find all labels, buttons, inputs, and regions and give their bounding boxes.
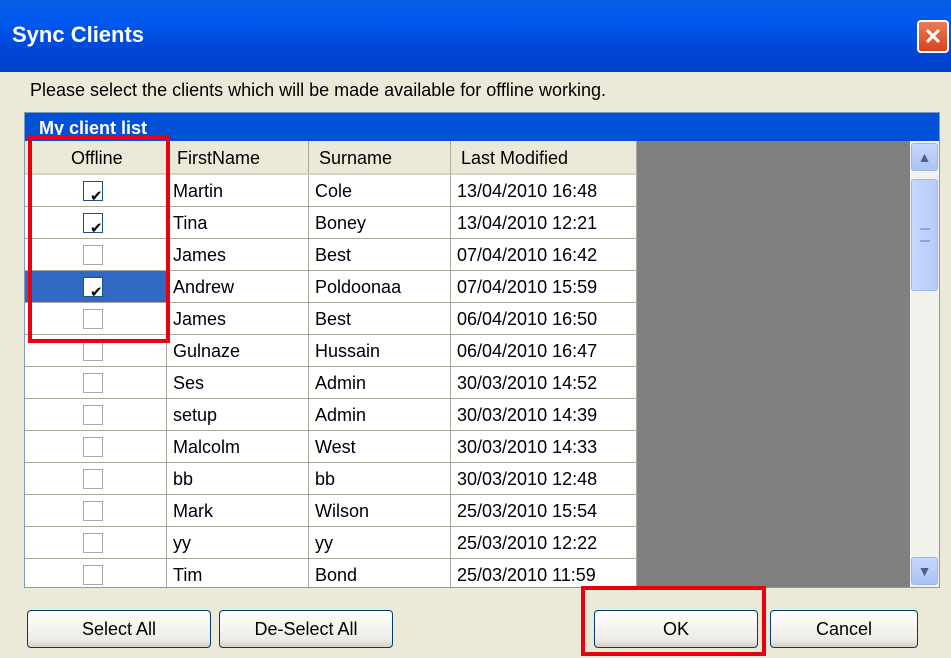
- title-bar: Sync Clients ✕: [0, 0, 951, 72]
- vertical-scrollbar[interactable]: ▲ ▼: [910, 141, 939, 587]
- instruction-text: Please select the clients which will be …: [30, 80, 606, 100]
- firstname-cell: setup: [167, 399, 309, 431]
- firstname-cell: James: [167, 239, 309, 271]
- offline-checkbox[interactable]: [83, 565, 103, 585]
- surname-cell: bb: [309, 463, 451, 495]
- close-icon: ✕: [923, 24, 943, 49]
- table-row[interactable]: setup Admin 30/03/2010 14:39: [25, 399, 637, 431]
- firstname-cell: yy: [167, 527, 309, 559]
- last-modified-cell: 13/04/2010 12:21: [451, 207, 637, 239]
- offline-cell[interactable]: [25, 559, 167, 587]
- offline-checkbox[interactable]: [83, 373, 103, 393]
- table-row[interactable]: Tim Bond 25/03/2010 11:59: [25, 559, 637, 587]
- table-row[interactable]: yy yy 25/03/2010 12:22: [25, 527, 637, 559]
- last-modified-cell: 30/03/2010 14:33: [451, 431, 637, 463]
- last-modified-cell: 07/04/2010 15:59: [451, 271, 637, 303]
- offline-column-highlight: [28, 135, 170, 343]
- column-header-last-modified[interactable]: Last Modified: [451, 141, 637, 175]
- window-title: Sync Clients: [12, 22, 145, 47]
- column-header-firstname[interactable]: FirstName: [167, 141, 309, 175]
- offline-checkbox[interactable]: [83, 405, 103, 425]
- surname-cell: Bond: [309, 559, 451, 587]
- offline-cell[interactable]: [25, 527, 167, 559]
- surname-cell: Best: [309, 303, 451, 335]
- surname-cell: Cole: [309, 175, 451, 207]
- last-modified-cell: 30/03/2010 14:39: [451, 399, 637, 431]
- offline-checkbox[interactable]: [83, 533, 103, 553]
- offline-cell[interactable]: [25, 431, 167, 463]
- chevron-down-icon: ▼: [917, 563, 932, 579]
- last-modified-cell: 13/04/2010 16:48: [451, 175, 637, 207]
- surname-cell: Wilson: [309, 495, 451, 527]
- select-all-button[interactable]: Select All: [27, 610, 211, 648]
- scroll-up-button[interactable]: ▲: [911, 143, 938, 171]
- close-button[interactable]: ✕: [917, 20, 949, 53]
- surname-cell: Boney: [309, 207, 451, 239]
- firstname-cell: Malcolm: [167, 431, 309, 463]
- scroll-down-button[interactable]: ▼: [911, 557, 938, 585]
- last-modified-cell: 25/03/2010 15:54: [451, 495, 637, 527]
- grip-icon: [920, 228, 930, 242]
- cancel-button[interactable]: Cancel: [770, 610, 918, 648]
- offline-checkbox[interactable]: [83, 469, 103, 489]
- surname-cell: Admin: [309, 367, 451, 399]
- surname-cell: yy: [309, 527, 451, 559]
- firstname-cell: bb: [167, 463, 309, 495]
- last-modified-cell: 06/04/2010 16:47: [451, 335, 637, 367]
- chevron-up-icon: ▲: [917, 149, 932, 165]
- table-row[interactable]: Malcolm West 30/03/2010 14:33: [25, 431, 637, 463]
- offline-cell[interactable]: [25, 463, 167, 495]
- ok-button-highlight: [581, 586, 766, 656]
- table-row[interactable]: Mark Wilson 25/03/2010 15:54: [25, 495, 637, 527]
- offline-cell[interactable]: [25, 399, 167, 431]
- last-modified-cell: 30/03/2010 12:48: [451, 463, 637, 495]
- offline-checkbox[interactable]: [83, 341, 103, 361]
- last-modified-cell: 06/04/2010 16:50: [451, 303, 637, 335]
- offline-cell[interactable]: [25, 367, 167, 399]
- scroll-thumb[interactable]: [911, 179, 938, 291]
- last-modified-cell: 07/04/2010 16:42: [451, 239, 637, 271]
- firstname-cell: Gulnaze: [167, 335, 309, 367]
- surname-cell: West: [309, 431, 451, 463]
- surname-cell: Poldoonaa: [309, 271, 451, 303]
- firstname-cell: Mark: [167, 495, 309, 527]
- firstname-cell: Martin: [167, 175, 309, 207]
- table-row[interactable]: bb bb 30/03/2010 12:48: [25, 463, 637, 495]
- table-row[interactable]: Ses Admin 30/03/2010 14:52: [25, 367, 637, 399]
- offline-checkbox[interactable]: [83, 437, 103, 457]
- firstname-cell: Tina: [167, 207, 309, 239]
- deselect-all-button[interactable]: De-Select All: [219, 610, 393, 648]
- firstname-cell: James: [167, 303, 309, 335]
- last-modified-cell: 25/03/2010 12:22: [451, 527, 637, 559]
- offline-cell[interactable]: [25, 495, 167, 527]
- firstname-cell: Andrew: [167, 271, 309, 303]
- surname-cell: Best: [309, 239, 451, 271]
- firstname-cell: Tim: [167, 559, 309, 587]
- surname-cell: Admin: [309, 399, 451, 431]
- surname-cell: Hussain: [309, 335, 451, 367]
- offline-checkbox[interactable]: [83, 501, 103, 521]
- column-header-surname[interactable]: Surname: [309, 141, 451, 175]
- last-modified-cell: 30/03/2010 14:52: [451, 367, 637, 399]
- last-modified-cell: 25/03/2010 11:59: [451, 559, 637, 587]
- firstname-cell: Ses: [167, 367, 309, 399]
